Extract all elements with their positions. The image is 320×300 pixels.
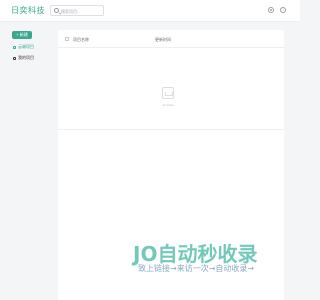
select-all-checkbox[interactable] [65,37,69,41]
table-header: 项目名称 更新时间 [58,30,284,48]
search-box[interactable] [50,5,104,16]
empty-state-text: No Data [162,103,174,107]
watermark-subtitle: 致上链接→来访一次→自动收录→ [138,264,255,273]
cloud-icon [13,45,16,49]
empty-state-icon [162,87,174,99]
sidebar-item-cloud-projects[interactable]: 云端项目 [13,44,34,50]
sidebar: + 新建 云端项目 我的项目 [0,22,52,300]
sidebar-item-my-projects[interactable]: 我的项目 [13,55,34,61]
folder-icon [13,56,16,60]
top-header: 日奕科技 ! [0,0,300,22]
new-project-button[interactable]: + 新建 [12,31,32,39]
search-icon [54,8,59,13]
column-header-name[interactable]: 项目名称 [73,37,89,43]
gear-icon[interactable] [268,7,274,13]
info-icon[interactable]: ! [280,7,286,13]
divider [58,129,284,130]
watermark: JO自动秒收录 致上链接→来访一次→自动收录→ [133,238,283,278]
sidebar-item-label: 云端项目 [18,44,34,49]
search-input[interactable] [61,7,103,15]
column-header-updated[interactable]: 更新时间 [155,37,171,43]
sidebar-item-label: 我的项目 [18,55,34,60]
app-logo[interactable]: 日奕科技 [11,5,45,16]
